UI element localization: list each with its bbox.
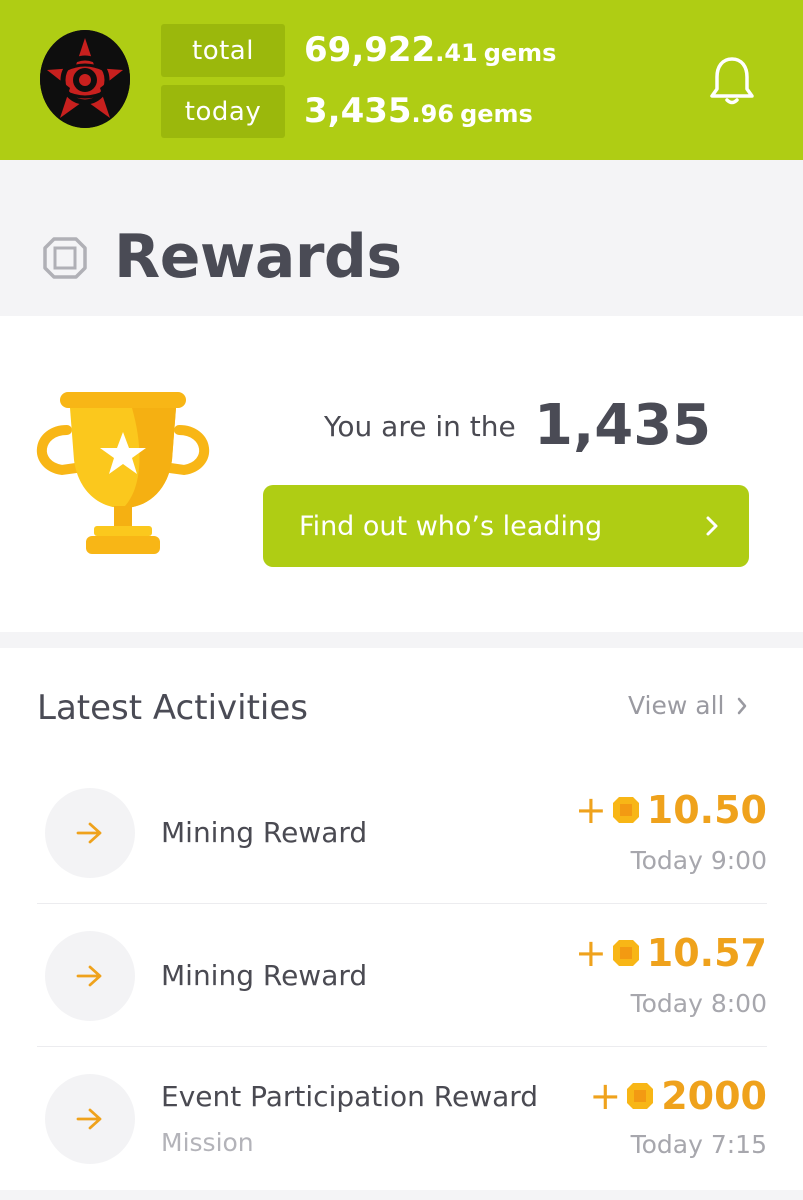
activity-amount: + 10.57 [575, 931, 767, 975]
avatar-emblem-icon [40, 30, 130, 128]
activity-plus: + [574, 788, 607, 832]
activity-name: Mining Reward [161, 959, 368, 992]
activity-amount-value: 2000 [661, 1074, 767, 1118]
arrow-right-icon [76, 1108, 102, 1130]
total-unit: gems [483, 39, 557, 67]
leaderboard-button-label: Find out who’s leading [299, 510, 603, 542]
today-value-dec: .96 [411, 100, 455, 128]
today-gems-value: 3,435.96 gems [304, 91, 533, 131]
view-all-link[interactable]: View all [628, 691, 748, 720]
gem-icon [627, 1083, 654, 1109]
activity-icon-circle [45, 1074, 135, 1164]
today-value-int: 3,435 [304, 91, 412, 131]
gem-icon [612, 940, 639, 966]
leaderboard-button[interactable]: Find out who’s leading [263, 485, 749, 567]
activity-subtitle: Mission [161, 1128, 254, 1157]
chevron-right-icon [706, 516, 718, 536]
activity-name: Mining Reward [161, 816, 368, 849]
activity-time: Today 8:00 [630, 989, 767, 1018]
activity-icon-circle [45, 931, 135, 1021]
activity-time: Today 7:15 [630, 1130, 767, 1159]
activity-amount-value: 10.50 [646, 788, 767, 832]
activity-amount: + 10.50 [575, 788, 767, 832]
activity-amount-value: 10.57 [646, 931, 767, 975]
trophy-icon [37, 392, 209, 554]
row-divider [37, 903, 767, 904]
activity-plus: + [589, 1074, 622, 1118]
arrow-right-icon [76, 822, 102, 844]
bell-icon[interactable] [707, 55, 757, 107]
row-divider [37, 1046, 767, 1047]
rank-value: 1,435 [534, 393, 712, 458]
rank-prefix-text: You are in the [324, 410, 516, 443]
activity-icon-circle [45, 788, 135, 878]
total-value-dec: .41 [435, 39, 478, 67]
today-unit: gems [460, 100, 533, 128]
activity-time: Today 9:00 [630, 846, 767, 875]
page-title: Rewards [114, 222, 402, 292]
chevron-right-icon [738, 697, 747, 714]
activity-row[interactable]: Mining Reward + 10.50 Today 9:00 [37, 788, 767, 931]
total-label: total [161, 24, 285, 77]
activity-row[interactable]: Mining Reward + 10.57 Today 8:00 [37, 931, 767, 1074]
gem-outline-icon [43, 237, 87, 279]
activities-title: Latest Activities [37, 688, 308, 728]
top-header: total 69,922.41 gems today 3,435.96 gems [0, 0, 803, 160]
total-gems-value: 69,922.41 gems [304, 30, 556, 70]
activity-name: Event Participation Reward [161, 1080, 539, 1113]
bottom-strip [0, 1190, 803, 1200]
activity-plus: + [574, 931, 607, 975]
view-all-label: View all [628, 691, 725, 720]
activity-amount: + 2000 [589, 1074, 767, 1118]
gem-icon [612, 797, 639, 823]
total-value-int: 69,922 [304, 30, 436, 70]
avatar[interactable] [40, 30, 130, 128]
activity-row[interactable]: Event Participation Reward Mission + 200… [37, 1074, 767, 1200]
arrow-right-icon [76, 965, 102, 987]
today-label: today [161, 85, 285, 138]
